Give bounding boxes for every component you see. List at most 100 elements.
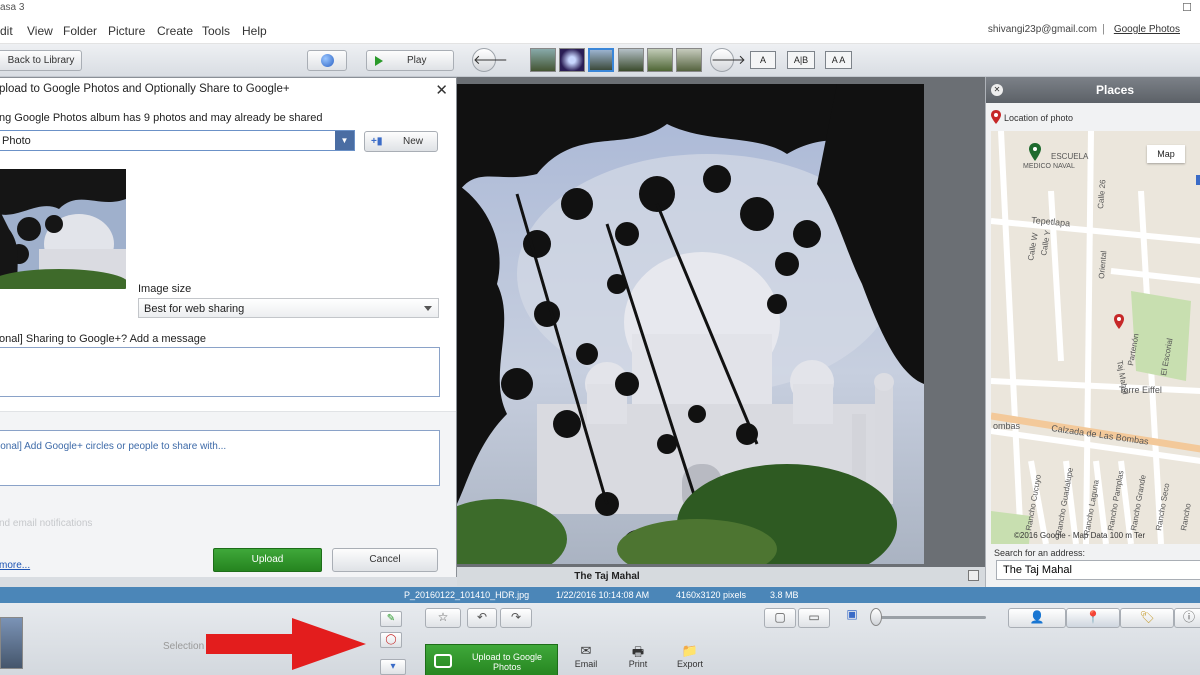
previous-photo-button[interactable]: 🡐 — [472, 48, 508, 72]
email-action[interactable]: ✉ Email — [566, 643, 606, 669]
new-album-button[interactable]: +▮ New — [364, 131, 438, 152]
map-label: MEDICO NAVAL — [1023, 163, 1075, 170]
plus-icon: +▮ — [371, 136, 383, 147]
hold-pin-button[interactable]: ✎ — [380, 611, 402, 627]
address-search-input[interactable] — [996, 560, 1200, 580]
email-notifications-checkbox-label[interactable]: nd email notifications — [0, 518, 92, 529]
menu-picture[interactable]: Picture — [108, 24, 145, 38]
menu-view[interactable]: View — [27, 24, 53, 38]
print-action[interactable]: 🖶 Print — [618, 643, 658, 669]
caption-options-icon[interactable] — [968, 570, 979, 581]
filmstrip-view-button[interactable]: ▭ — [798, 608, 830, 628]
filmstrip-thumbnail[interactable] — [559, 48, 585, 72]
map-credit: ©2016 Google - Map Data 100 m Ter — [1014, 531, 1145, 540]
new-album-label: New — [403, 136, 424, 147]
map-label: ESCUELA — [1051, 152, 1089, 161]
filmstrip-thumbnail[interactable] — [647, 48, 673, 72]
message-label: onal] Sharing to Google+? Add a message — [0, 333, 207, 345]
map-credit-text: ©2016 Google - Map Data 100 m — [1014, 531, 1132, 540]
tray-thumbnail[interactable] — [0, 617, 23, 669]
message-textarea[interactable] — [0, 347, 440, 397]
image-size-value: Best for web sharing — [144, 303, 245, 315]
export-folder-icon: 📁 — [681, 643, 699, 658]
image-size-select[interactable]: Best for web sharing — [138, 298, 439, 318]
menu-help[interactable]: Help — [242, 24, 267, 38]
selection-label: Selection — [163, 641, 205, 652]
learn-more-link[interactable]: more... — [0, 560, 30, 571]
export-action[interactable]: 📁 Export — [670, 643, 710, 669]
view-compare-button[interactable]: A|B — [787, 51, 815, 69]
zoom-slider-track[interactable] — [876, 616, 986, 619]
camera-icon — [434, 654, 452, 668]
zoom-slider-handle[interactable] — [870, 608, 882, 626]
close-icon[interactable]: ✕ — [435, 81, 448, 99]
caption-bar: The Taj Mahal — [457, 567, 985, 586]
places-header: ✕ Places — [986, 77, 1200, 103]
map-credit-terms[interactable]: Ter — [1134, 531, 1145, 540]
globe-icon — [321, 54, 334, 67]
tags-button[interactable]: 🏷 — [1120, 608, 1174, 628]
view-side-by-side-button[interactable]: A A — [825, 51, 852, 69]
google-photos-link[interactable]: Google Photos — [1114, 24, 1180, 35]
upload-button[interactable]: Upload — [213, 548, 322, 572]
toolbar: Back to Library Play 🡐 🡒 A A|B A A — [0, 44, 1200, 77]
cancel-button[interactable]: Cancel — [332, 548, 438, 572]
places-title: Places — [1096, 83, 1135, 97]
upload-google-photos-label: Upload to Google Photos — [471, 652, 543, 672]
maximize-button[interactable]: ☐ — [1182, 1, 1192, 14]
photo-caption[interactable]: The Taj Mahal — [457, 571, 757, 582]
export-label: Export — [676, 659, 703, 669]
red-arrow-icon — [206, 618, 366, 670]
map-label: Torre Eiffel — [1119, 385, 1162, 395]
properties-button[interactable]: ⓘ — [1174, 608, 1200, 628]
circles-input[interactable]: ional] Add Google+ circles or people to … — [0, 430, 440, 486]
map-label: ombas — [993, 421, 1021, 431]
filmstrip-thumbnail[interactable] — [530, 48, 556, 72]
photo-tray: Selection ✎ ◯ ▾ ☆ ↶ ↷ Upload to Google P… — [0, 603, 1200, 675]
status-datetime: 1/22/2016 10:14:08 AM — [556, 590, 650, 600]
menu-bar: dit View Folder Picture Create Tools Hel… — [0, 18, 1200, 44]
circles-placeholder: ional] Add Google+ circles or people to … — [0, 441, 227, 452]
clear-tray-button[interactable]: ◯ — [380, 632, 402, 648]
play-label: Play — [407, 55, 427, 66]
map-view[interactable]: ESCUELA MEDICO NAVAL Tepetlapa Calle W C… — [991, 131, 1200, 544]
photo-preview — [0, 169, 126, 289]
people-button[interactable]: 👤 — [1008, 608, 1066, 628]
rotate-left-button[interactable]: ↶ — [467, 608, 497, 628]
menu-create[interactable]: Create — [157, 24, 193, 38]
menu-separator: | — [1102, 23, 1105, 35]
title-bar: asa 3 ☐ — [0, 0, 1200, 18]
geotag-button[interactable] — [307, 50, 347, 71]
upload-to-google-photos-button[interactable]: Upload to Google Photos — [425, 644, 558, 675]
close-places-icon[interactable]: ✕ — [991, 84, 1003, 96]
tray-menu-button[interactable]: ▾ — [380, 659, 406, 675]
upload-dialog: pload to Google Photos and Optionally Sh… — [0, 77, 457, 577]
chevron-down-icon — [424, 306, 432, 311]
zoom-icon: ▣ — [846, 607, 858, 621]
play-button[interactable]: Play — [366, 50, 454, 71]
location-pin-icon — [991, 110, 1001, 124]
album-select[interactable]: Photo ▼ — [0, 130, 355, 151]
map-type-tab[interactable]: Map — [1147, 145, 1185, 163]
printer-icon: 🖶 — [631, 644, 645, 659]
star-button[interactable]: ☆ — [425, 608, 461, 628]
fit-view-button[interactable]: ▢ — [764, 608, 796, 628]
places-panel: ✕ Places Location of photo ESCUELA MEDIC… — [985, 77, 1200, 587]
filmstrip-thumbnail[interactable] — [676, 48, 702, 72]
account-email: shivangi23p@gmail.com — [987, 24, 1097, 35]
dialog-title: pload to Google Photos and Optionally Sh… — [0, 83, 290, 95]
chevron-down-icon: ▼ — [335, 131, 354, 150]
address-search-label: Search for an address: — [994, 548, 1086, 558]
email-label: Email — [574, 659, 598, 669]
filmstrip-thumbnail-selected[interactable] — [588, 48, 614, 72]
menu-folder[interactable]: Folder — [63, 24, 97, 38]
view-single-button[interactable]: A — [750, 51, 776, 69]
menu-edit[interactable]: dit — [0, 24, 13, 38]
back-to-library-button[interactable]: Back to Library — [0, 50, 82, 71]
menu-tools[interactable]: Tools — [202, 24, 230, 38]
filmstrip-thumbnail[interactable] — [618, 48, 644, 72]
next-photo-button[interactable]: 🡒 — [710, 48, 746, 72]
places-button[interactable]: 📍 — [1066, 608, 1120, 628]
status-bar: P_20160122_101410_HDR.jpg 1/22/2016 10:1… — [0, 587, 1200, 603]
rotate-right-button[interactable]: ↷ — [500, 608, 532, 628]
